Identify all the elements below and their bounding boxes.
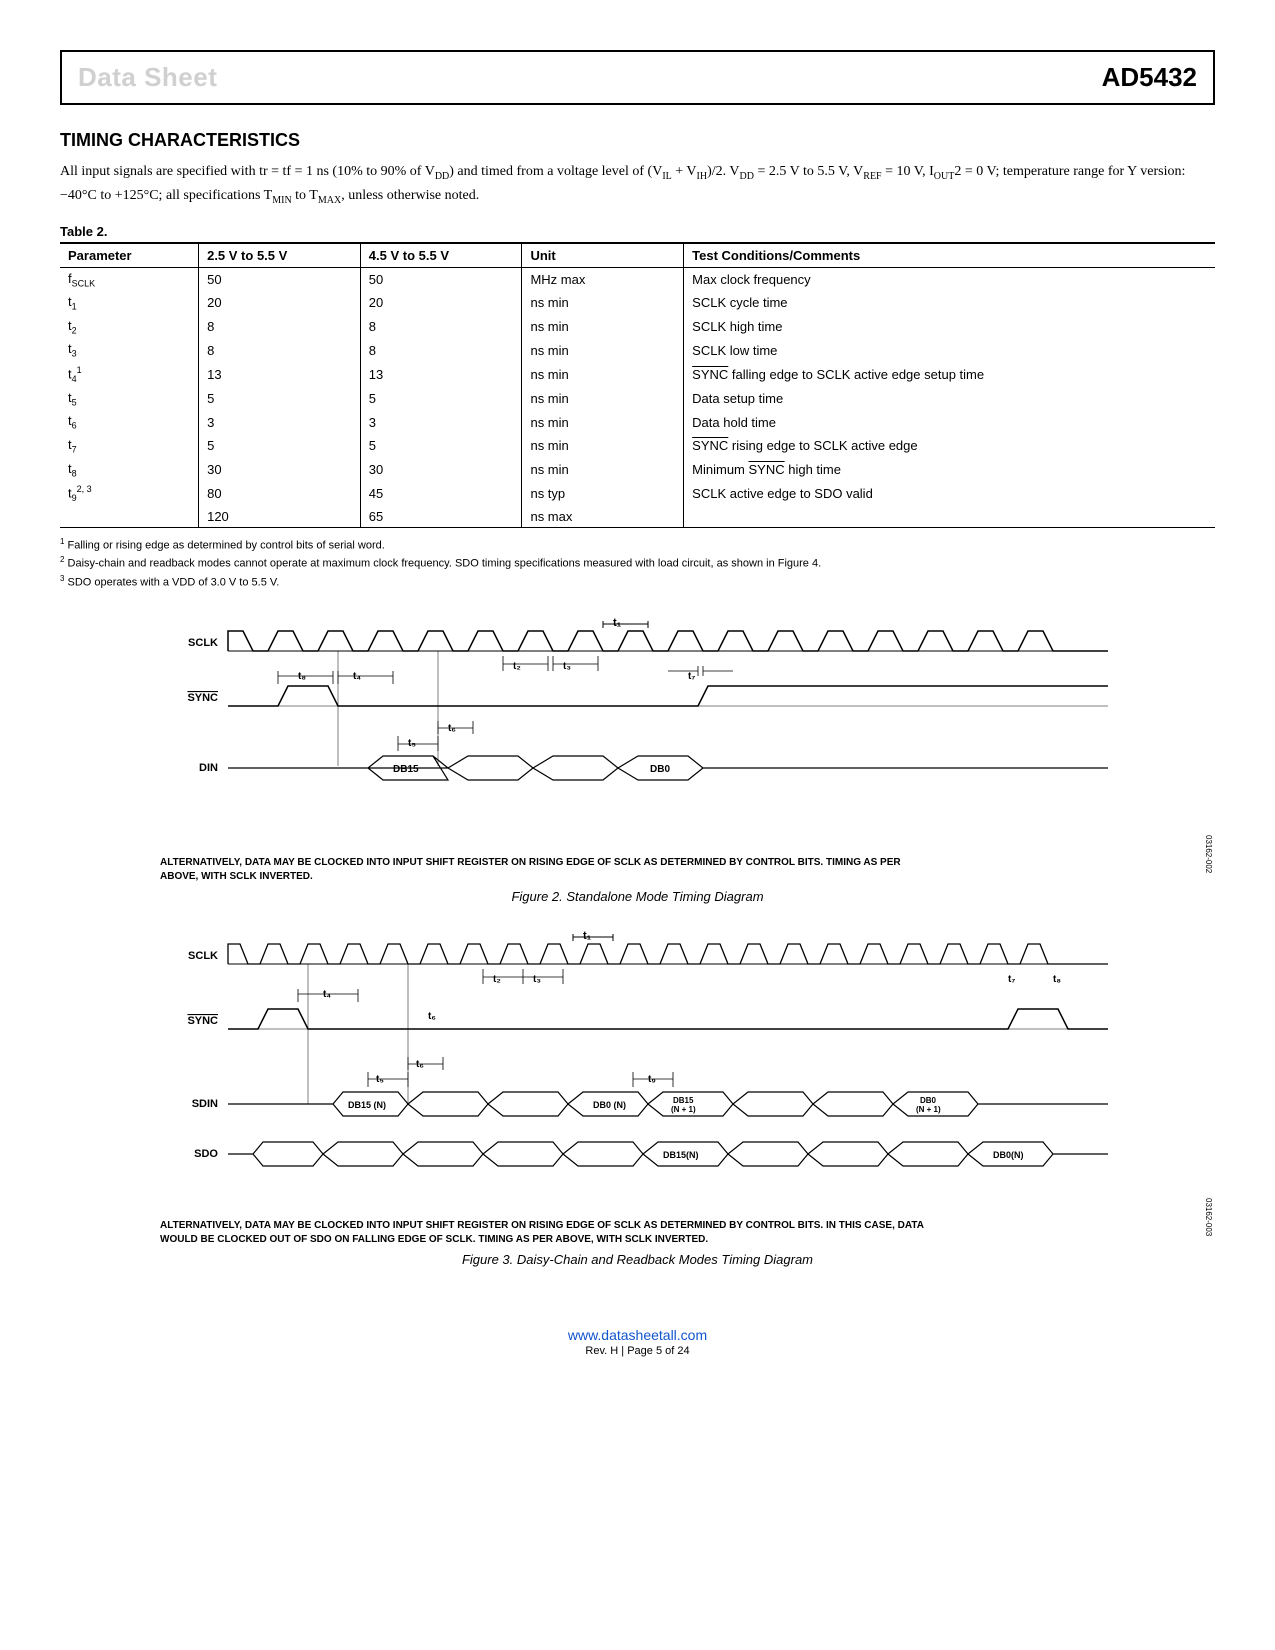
part-number: AD5432: [1102, 62, 1197, 93]
svg-text:t₆: t₆: [428, 1011, 436, 1022]
table-row: t288ns minSCLK high time: [60, 315, 1215, 339]
svg-text:SYNC: SYNC: [187, 692, 218, 704]
col-unit: Unit: [522, 243, 684, 268]
table-row: t411313ns minSYNC falling edge to SCLK a…: [60, 362, 1215, 387]
svg-text:t₉: t₉: [648, 1074, 656, 1085]
svg-text:t₂: t₂: [493, 974, 501, 985]
table-row: t92, 38045ns typSCLK active edge to SDO …: [60, 481, 1215, 506]
footer-link[interactable]: www.datasheetall.com: [568, 1327, 707, 1343]
svg-text:t₃: t₃: [533, 974, 541, 985]
table-row: t83030ns minMinimum SYNC high time: [60, 458, 1215, 482]
col-25-55: 2.5 V to 5.5 V: [199, 243, 361, 268]
table-row: t12020ns minSCLK cycle time: [60, 291, 1215, 315]
table-row: t633ns minData hold time: [60, 410, 1215, 434]
svg-text:DB0: DB0: [920, 1096, 937, 1105]
table-row: fSCLK5050MHz maxMax clock frequency: [60, 267, 1215, 291]
figure-2-note: ALTERNATIVELY, DATA MAY BE CLOCKED INTO …: [60, 856, 926, 884]
revision-info: Rev. H | Page 5 of 24: [60, 1345, 1215, 1357]
col-45-55: 4.5 V to 5.5 V: [360, 243, 522, 268]
svg-text:(N + 1): (N + 1): [671, 1105, 696, 1114]
svg-text:t₁: t₁: [583, 930, 592, 942]
table-row: t755ns minSYNC rising edge to SCLK activ…: [60, 434, 1215, 458]
svg-text:SCLK: SCLK: [188, 637, 218, 649]
svg-text:(N + 1): (N + 1): [916, 1105, 941, 1114]
svg-text:DB0(N): DB0(N): [993, 1150, 1024, 1160]
svg-text:SDIN: SDIN: [191, 1098, 217, 1110]
table-label: Table 2.: [60, 224, 1215, 239]
footnotes: 1 Falling or rising edge as determined b…: [60, 536, 1215, 590]
section-title: TIMING CHARACTERISTICS: [60, 130, 1215, 151]
svg-text:SDO: SDO: [194, 1148, 218, 1160]
svg-text:t₅: t₅: [376, 1074, 384, 1085]
svg-text:SCLK: SCLK: [188, 950, 218, 962]
svg-text:t₅: t₅: [408, 738, 416, 749]
svg-text:t₇: t₇: [1008, 974, 1015, 985]
test-conditions: All input signals are specified with tr …: [60, 161, 1215, 209]
svg-text:DIN: DIN: [199, 762, 218, 774]
figure-3: SCLK t₁ t₂ t₃ t₇ t₈ SYNC t₄ t₆ SDIN DB15…: [60, 929, 1215, 1267]
timing-diagram-2: SCLK t₁ t₂ t₃ t₇ t₈ SYNC t₄ t₆ SDIN DB15…: [158, 929, 1118, 1209]
figure-3-caption: Figure 3. Daisy-Chain and Readback Modes…: [60, 1252, 1215, 1267]
timing-table: Parameter 2.5 V to 5.5 V 4.5 V to 5.5 V …: [60, 242, 1215, 529]
svg-text:t₆: t₆: [448, 723, 456, 734]
figure-2: SCLK t₁ t₂ t₃ SYNC t₈ t₄ t₇ DIN: [60, 616, 1215, 904]
svg-text:t₈: t₈: [298, 671, 306, 682]
figure-2-id: 03162-002: [1204, 835, 1213, 873]
figure-3-id: 03162-003: [1204, 1198, 1213, 1236]
svg-text:DB15(N): DB15(N): [663, 1150, 699, 1160]
svg-text:DB0: DB0: [650, 764, 670, 775]
svg-text:t₁: t₁: [613, 617, 622, 629]
col-parameter: Parameter: [60, 243, 199, 268]
svg-text:t₇: t₇: [688, 671, 695, 682]
svg-text:t₄: t₄: [323, 989, 331, 1000]
svg-text:t₄: t₄: [353, 671, 361, 682]
svg-text:SYNC: SYNC: [187, 1015, 218, 1027]
svg-text:DB0 (N): DB0 (N): [593, 1100, 626, 1110]
col-conditions: Test Conditions/Comments: [684, 243, 1215, 268]
table-row: t388ns minSCLK low time: [60, 338, 1215, 362]
svg-text:DB15: DB15: [393, 764, 419, 775]
timing-diagram-1: SCLK t₁ t₂ t₃ SYNC t₈ t₄ t₇ DIN: [158, 616, 1118, 846]
svg-text:DB15: DB15: [673, 1096, 694, 1105]
table-row: 12065ns max: [60, 506, 1215, 528]
svg-text:t₃: t₃: [563, 661, 571, 672]
svg-text:DB15 (N): DB15 (N): [348, 1100, 386, 1110]
figure-2-caption: Figure 2. Standalone Mode Timing Diagram: [60, 889, 1215, 904]
doc-type: Data Sheet: [78, 62, 217, 93]
svg-text:t₂: t₂: [513, 661, 521, 672]
figure-3-note: ALTERNATIVELY, DATA MAY BE CLOCKED INTO …: [60, 1219, 926, 1247]
page-footer: www.datasheetall.com Rev. H | Page 5 of …: [60, 1327, 1215, 1357]
page-header: Data Sheet AD5432: [60, 50, 1215, 105]
svg-text:t₈: t₈: [1053, 974, 1061, 985]
svg-text:t₆: t₆: [416, 1059, 424, 1070]
table-row: t555ns minData setup time: [60, 387, 1215, 411]
